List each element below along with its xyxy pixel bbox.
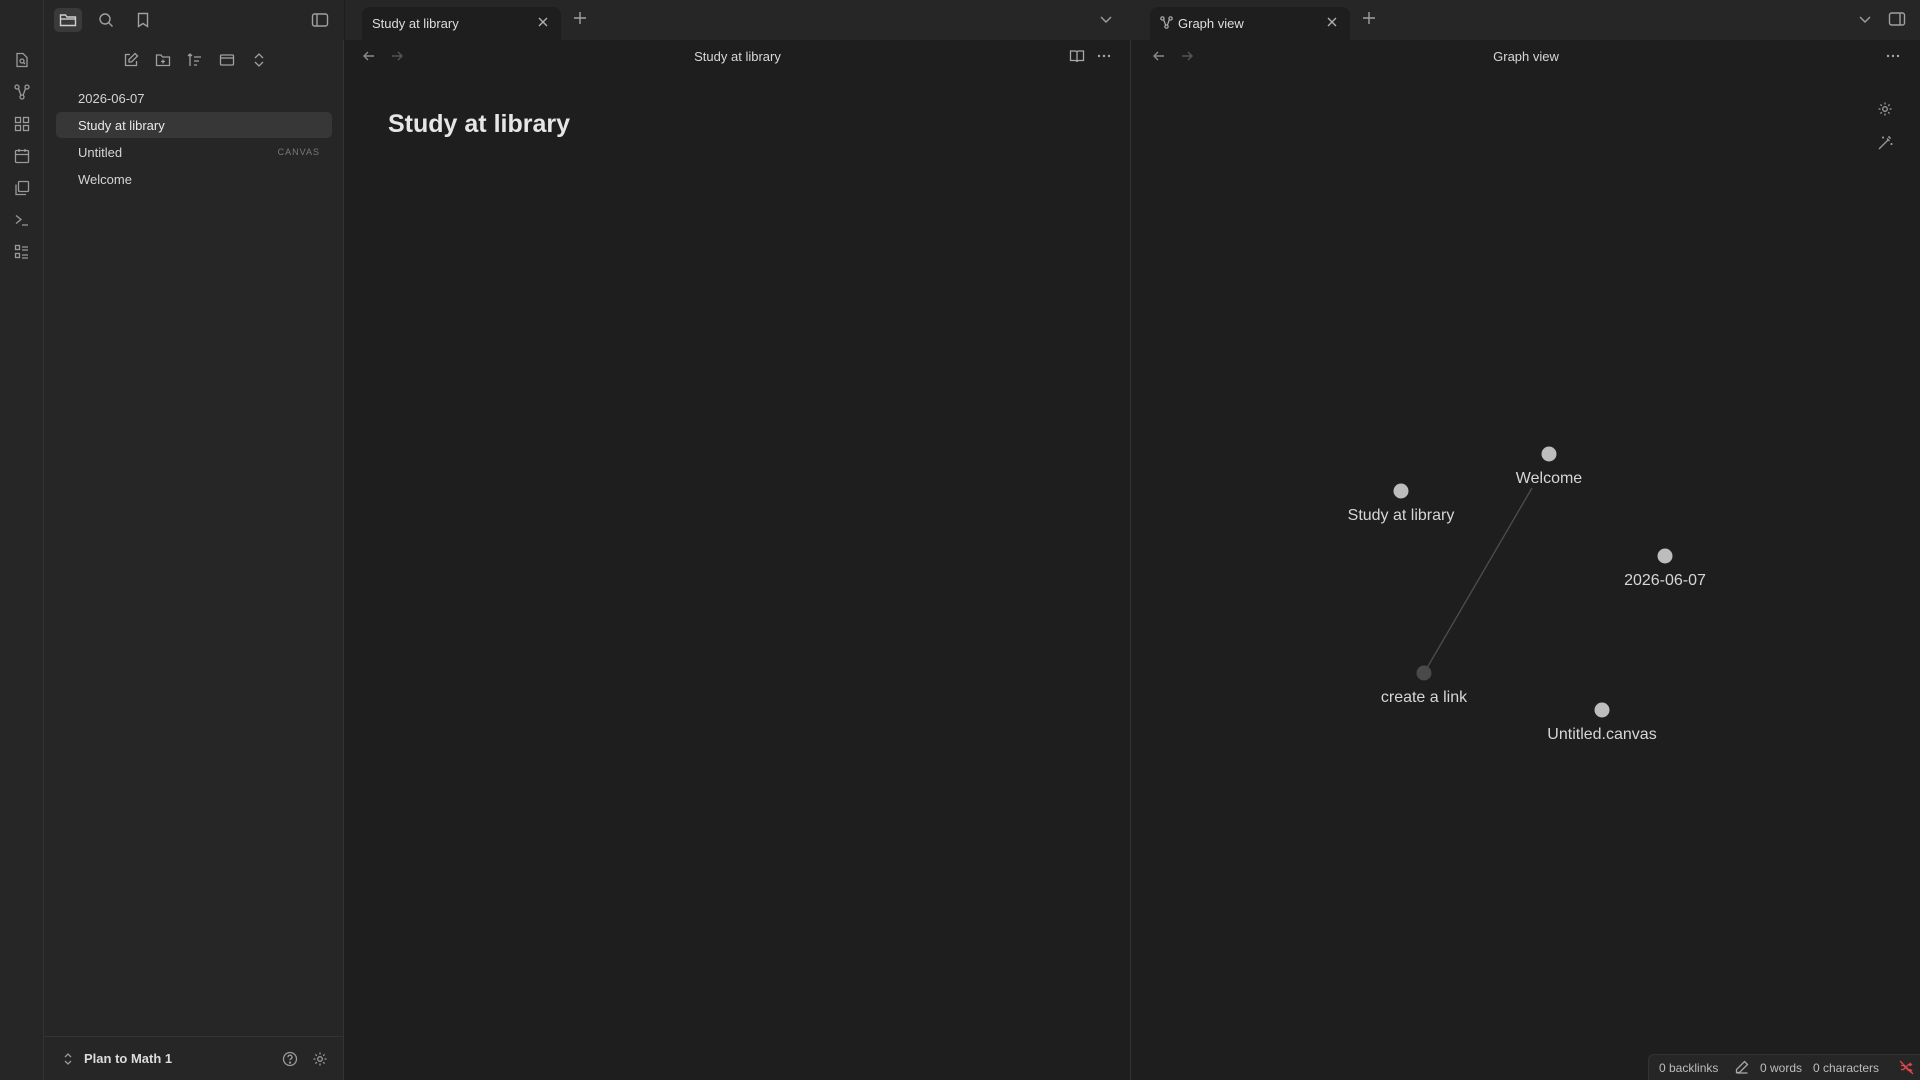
- backlinks-count[interactable]: 0 backlinks: [1659, 1061, 1718, 1075]
- graph-node-2026-06-07[interactable]: [1657, 548, 1673, 564]
- file-name: Untitled: [78, 144, 123, 160]
- tab-graph-view[interactable]: Graph view: [1150, 7, 1350, 40]
- character-count: 0 characters: [1813, 1061, 1880, 1075]
- graph-node-welcome[interactable]: [1541, 446, 1557, 462]
- status-bar: 0 backlinks 0 words 0 characters: [1648, 1054, 1920, 1080]
- file-item-welcome[interactable]: Welcome: [56, 166, 332, 192]
- new-folder-icon[interactable]: [152, 49, 174, 71]
- word-count: 0 words: [1760, 1061, 1803, 1075]
- graph-node-untitled-canvas[interactable]: [1594, 702, 1610, 718]
- graph-tab-icon: [1160, 16, 1173, 32]
- help-icon[interactable]: [280, 1049, 300, 1069]
- graph-node-label: Welcome: [1516, 470, 1582, 487]
- file-type-tag: CANVAS: [277, 147, 320, 157]
- new-tab-plus-icon[interactable]: [1362, 11, 1376, 28]
- animate-magic-wand-icon[interactable]: [1877, 135, 1893, 154]
- close-tab-icon[interactable]: [537, 16, 549, 31]
- vault-name[interactable]: Plan to Math 1: [84, 1051, 172, 1066]
- sidebar-tab-header: [44, 0, 344, 40]
- sort-order-icon[interactable]: [184, 49, 206, 71]
- canvas-icon[interactable]: [12, 114, 32, 134]
- left-tab-bar: Study at library: [345, 0, 1132, 40]
- graph-view-icon[interactable]: [12, 82, 32, 102]
- collapse-all-chevrons-icon[interactable]: [248, 49, 270, 71]
- tab-title: Study at library: [372, 16, 459, 31]
- tab-list-chevron-down-icon[interactable]: [1099, 12, 1113, 29]
- files-tab-folder-icon[interactable]: [54, 8, 82, 32]
- search-icon[interactable]: [92, 8, 120, 32]
- tab-study-at-library[interactable]: Study at library: [362, 7, 561, 40]
- close-tab-icon[interactable]: [1326, 16, 1338, 31]
- settings-gear-icon[interactable]: [310, 1049, 330, 1069]
- graph-canvas[interactable]: Welcome Study at library 2026-06-07 crea…: [1132, 40, 1920, 1040]
- reading-view-book-icon[interactable]: [1069, 49, 1085, 66]
- graph-node-label: Untitled.canvas: [1547, 726, 1656, 743]
- file-name: Study at library: [78, 117, 165, 133]
- more-options-icon[interactable]: [1097, 49, 1111, 66]
- graph-pane: Graph view Welcome Study at library 2026…: [1132, 40, 1920, 1080]
- templates-icon[interactable]: [12, 178, 32, 198]
- graph-node-label: 2026-06-07: [1624, 572, 1706, 589]
- vault-switcher[interactable]: Plan to Math 1: [44, 1036, 344, 1080]
- graph-node-study-at-library[interactable]: [1393, 483, 1409, 499]
- auto-reveal-icon[interactable]: [216, 49, 238, 71]
- file-item-2026-06-07[interactable]: 2026-06-07: [56, 85, 332, 111]
- graph-node-label: create a link: [1381, 689, 1468, 706]
- file-item-study-at-library[interactable]: Study at library: [56, 112, 332, 138]
- note-title[interactable]: Study at library: [388, 110, 570, 139]
- left-sidebar: 2026-06-07 Study at library Untitled CAN…: [44, 0, 344, 1080]
- view-header: Study at library: [345, 40, 1130, 76]
- toggle-right-sidebar-icon[interactable]: [1888, 11, 1906, 30]
- graph-node-label: Study at library: [1348, 507, 1455, 524]
- tab-title: Graph view: [1178, 16, 1244, 31]
- graph-node-create-a-link[interactable]: [1416, 665, 1432, 681]
- sync-error-icon[interactable]: [1899, 1060, 1914, 1078]
- file-item-untitled[interactable]: Untitled CANVAS: [56, 139, 332, 165]
- editor-pane: Study at library Study at library: [345, 40, 1131, 1080]
- file-name: Welcome: [78, 171, 132, 187]
- collapse-sidebar-icon[interactable]: [306, 8, 334, 32]
- vault-chevrons-icon[interactable]: [58, 1049, 78, 1069]
- open-quick-switcher-icon[interactable]: [12, 50, 32, 70]
- new-note-icon[interactable]: [120, 49, 142, 71]
- tab-list-chevron-down-icon[interactable]: [1858, 12, 1872, 29]
- editing-mode-pencil-icon[interactable]: [1735, 1060, 1749, 1077]
- command-palette-icon[interactable]: [12, 210, 32, 230]
- view-header-title[interactable]: Study at library: [345, 49, 1130, 64]
- bookmark-icon[interactable]: [129, 8, 157, 32]
- ribbon: [0, 0, 44, 1080]
- daily-note-calendar-icon[interactable]: [12, 146, 32, 166]
- outline-list-icon[interactable]: [12, 242, 32, 262]
- file-name: 2026-06-07: [78, 90, 145, 106]
- right-tab-bar: Graph view: [1132, 0, 1920, 40]
- new-tab-plus-icon[interactable]: [573, 11, 587, 28]
- graph-settings-gear-icon[interactable]: [1877, 101, 1893, 120]
